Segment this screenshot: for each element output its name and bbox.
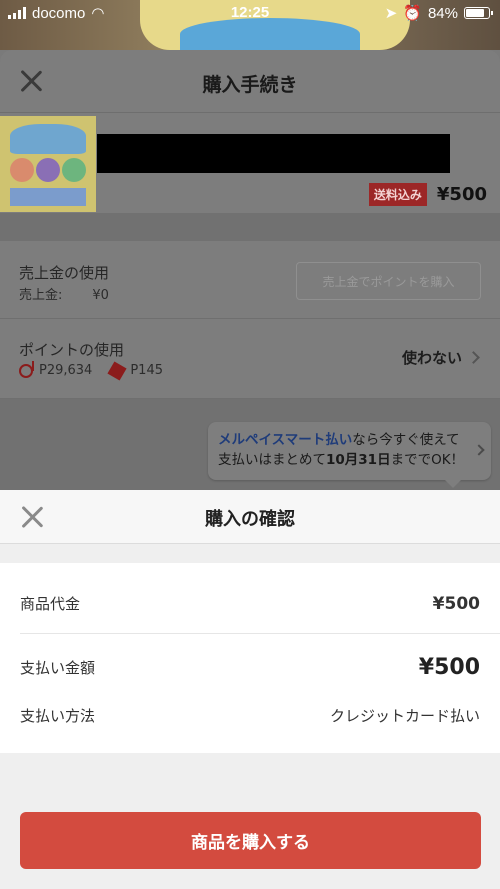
promo-line2-post: まででOK！	[390, 452, 465, 468]
promo-line1: なら今すぐ使えて	[352, 432, 460, 448]
item-price-value: ¥500	[432, 593, 480, 614]
payment-method-value: クレジットカード払い	[329, 707, 480, 725]
chevron-right-icon	[467, 351, 480, 364]
purchase-header: 購入手続き	[0, 50, 500, 113]
sales-usage-label: 売上金の使用	[19, 264, 110, 282]
item-price: ¥500	[436, 184, 487, 205]
sales-balance-value: ¥0	[92, 288, 109, 303]
redacted-item-name	[97, 134, 450, 173]
payment-method-label: 支払い方法	[20, 707, 96, 725]
mercari-point-balance: P145	[130, 363, 163, 378]
page-title: 購入手続き	[202, 74, 298, 96]
item-price-label: 商品代金	[20, 595, 81, 613]
status-bar: docomo ◠ 12:25 ➤ ⏰ 84%	[0, 0, 500, 26]
item-price-row: 商品代金 ¥500	[20, 593, 480, 614]
confirm-sheet: 購入の確認 商品代金 ¥500 支払い金額 ¥500 支払い方法 クレジットカー…	[0, 490, 500, 889]
confirm-title: 購入の確認	[205, 509, 295, 530]
merpay-promo-tooltip[interactable]: メルペイスマート払いなら今すぐ使えて 支払いはまとめて10月31日まででOK！	[208, 422, 491, 488]
payment-amount-value: ¥500	[418, 655, 480, 680]
buy-points-with-sales-button[interactable]: 売上金でポイントを購入	[296, 262, 481, 300]
confirm-details: 商品代金 ¥500 支払い金額 ¥500 支払い方法 クレジットカード払い	[0, 563, 500, 753]
promo-due-date: 10月31日	[326, 452, 391, 468]
item-thumbnail	[0, 116, 96, 212]
alarm-icon: ⏰	[403, 5, 422, 22]
sales-balance-label: 売上金:	[19, 288, 63, 303]
payment-amount-label: 支払い金額	[20, 659, 96, 677]
promo-line2-pre: 支払いはまとめて	[218, 452, 326, 468]
mercari-point-icon	[107, 360, 127, 381]
sales-balance: 売上金: ¥0	[19, 284, 109, 303]
points-usage-label: ポイントの使用	[19, 341, 125, 359]
shipping-included-badge: 送料込み	[368, 183, 427, 206]
location-icon: ➤	[384, 5, 398, 22]
confirm-header: 購入の確認	[0, 490, 500, 544]
payment-amount-row: 支払い金額 ¥500	[20, 655, 480, 680]
battery-percent: 84%	[427, 4, 458, 22]
d-point-icon	[19, 360, 34, 378]
purchase-button[interactable]: 商品を購入する	[20, 812, 481, 869]
merpay-smart-link[interactable]: メルペイスマート払い	[218, 432, 352, 448]
points-usage-row[interactable]: ポイントの使用 P29,634 P145 使わない	[0, 319, 500, 399]
points-usage-value: 使わない	[401, 349, 462, 367]
sales-usage-row: 売上金の使用 売上金: ¥0 売上金でポイントを購入	[0, 241, 500, 319]
payment-method-row: 支払い方法 クレジットカード払い	[20, 705, 480, 726]
item-summary: 送料込み ¥500	[0, 113, 500, 213]
battery-icon	[464, 7, 493, 19]
d-point-balance: P29,634	[39, 363, 93, 378]
